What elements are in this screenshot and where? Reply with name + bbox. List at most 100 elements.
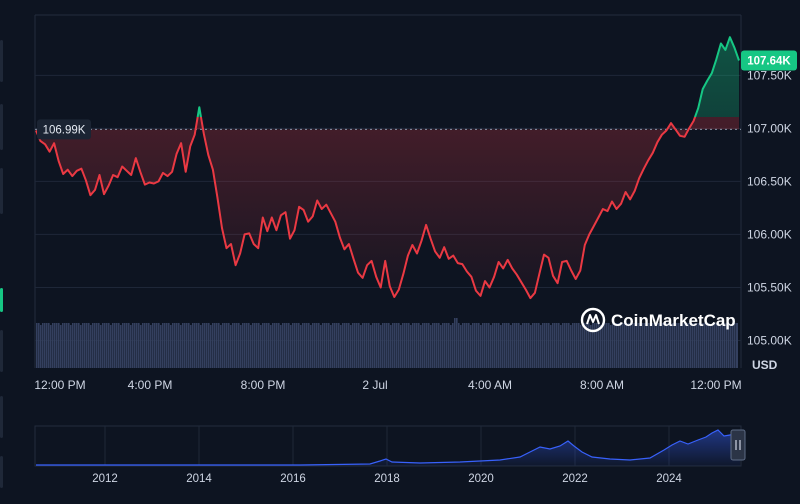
volume-bar (254, 323, 256, 368)
volume-bar (302, 323, 304, 368)
volume-bar (36, 323, 38, 368)
volume-bar (296, 323, 298, 368)
volume-bar (310, 325, 312, 368)
volume-bar (432, 323, 434, 368)
volume-bar (228, 323, 230, 368)
volume-bar (566, 323, 568, 368)
volume-bar (442, 323, 444, 368)
volume-bar (268, 323, 270, 368)
volume-bar (248, 323, 250, 368)
volume-bar (166, 323, 168, 368)
volume-bar (416, 323, 418, 368)
volume-bar (604, 323, 606, 368)
volume-bar (510, 325, 512, 368)
price-chart[interactable]: 106.99K 107.50K107.00K106.50K106.00K105.… (0, 0, 800, 504)
volume-bar (116, 323, 118, 368)
volume-bar (610, 325, 612, 368)
volume-bar (220, 325, 222, 368)
volume-bar (608, 323, 610, 368)
volume-bar (514, 323, 516, 368)
volume-bar (540, 325, 542, 368)
overview-line (36, 429, 741, 466)
volume-bar (164, 323, 166, 368)
volume-bar (350, 325, 352, 368)
volume-bar (280, 325, 282, 368)
volume-bar (374, 323, 376, 368)
y-tick-label: 106.50K (747, 174, 792, 188)
volume-bar (600, 325, 602, 368)
volume-bar (242, 323, 244, 368)
volume-bar (606, 323, 608, 368)
volume-bar (438, 323, 440, 368)
volume-bar (148, 323, 150, 368)
x-tick-label: 2 Jul (362, 378, 387, 392)
volume-bar (572, 323, 574, 368)
volume-bar (556, 323, 558, 368)
volume-bar (544, 323, 546, 368)
y-tick-label: 105.00K (747, 333, 792, 347)
volume-bar (270, 325, 272, 368)
volume-bar (448, 323, 450, 368)
volume-bar (354, 323, 356, 368)
volume-bar (282, 323, 284, 368)
volume-bar (386, 323, 388, 368)
volume-bar (640, 325, 642, 368)
volume-bar (176, 323, 178, 368)
volume-bar (70, 325, 72, 368)
volume-bar (128, 323, 130, 368)
x-tick-label: 12:00 PM (34, 378, 85, 392)
volume-bar (304, 323, 306, 368)
volume-bar (238, 323, 240, 368)
volume-bar (160, 325, 162, 368)
volume-bar (142, 323, 144, 368)
volume-bar (426, 323, 428, 368)
volume-bar (548, 323, 550, 368)
volume-bar (368, 323, 370, 368)
volume-bar (244, 323, 246, 368)
volume-bar (358, 323, 360, 368)
overview-navigator[interactable]: 2012 2014 2016 2018 2020 2022 2024 (34, 425, 746, 485)
volume-bar (330, 325, 332, 368)
volume-bar (284, 323, 286, 368)
volume-bar (132, 323, 134, 368)
volume-bar (174, 323, 176, 368)
volume-bar (294, 323, 296, 368)
range-handle[interactable] (730, 429, 746, 461)
volume-bar (286, 323, 288, 368)
volume-bar (546, 323, 548, 368)
volume-bar (474, 323, 476, 368)
volume-bar (256, 323, 258, 368)
volume-bar (388, 323, 390, 368)
x-tick-label: 12:00 PM (690, 378, 741, 392)
volume-bar (208, 323, 210, 368)
volume-bar (456, 318, 458, 368)
volume-bar (512, 323, 514, 368)
volume-bar (240, 325, 242, 368)
volume-bar (144, 323, 146, 368)
volume-bar (202, 323, 204, 368)
volume-bar (186, 323, 188, 368)
volume-bar (52, 323, 54, 368)
volume-bar (316, 323, 318, 368)
volume-bar (542, 323, 544, 368)
volume-bar (450, 325, 452, 368)
volume-bar (532, 323, 534, 368)
volume-bar (404, 323, 406, 368)
volume-bar (536, 323, 538, 368)
volume-bar (334, 323, 336, 368)
volume-bar (464, 323, 466, 368)
volume-bar (366, 323, 368, 368)
volume-bar (76, 323, 78, 368)
volume-bar (526, 323, 528, 368)
volume-bar (498, 323, 500, 368)
volume-bar (82, 323, 84, 368)
current-price-badge: 107.64K (741, 50, 797, 71)
volume-bar (462, 323, 464, 368)
volume-bar (408, 323, 410, 368)
volume-bar (276, 323, 278, 368)
volume-bar (178, 323, 180, 368)
volume-bar (578, 323, 580, 368)
volume-bar (584, 323, 586, 368)
volume-bar (172, 323, 174, 368)
volume-bar (472, 323, 474, 368)
